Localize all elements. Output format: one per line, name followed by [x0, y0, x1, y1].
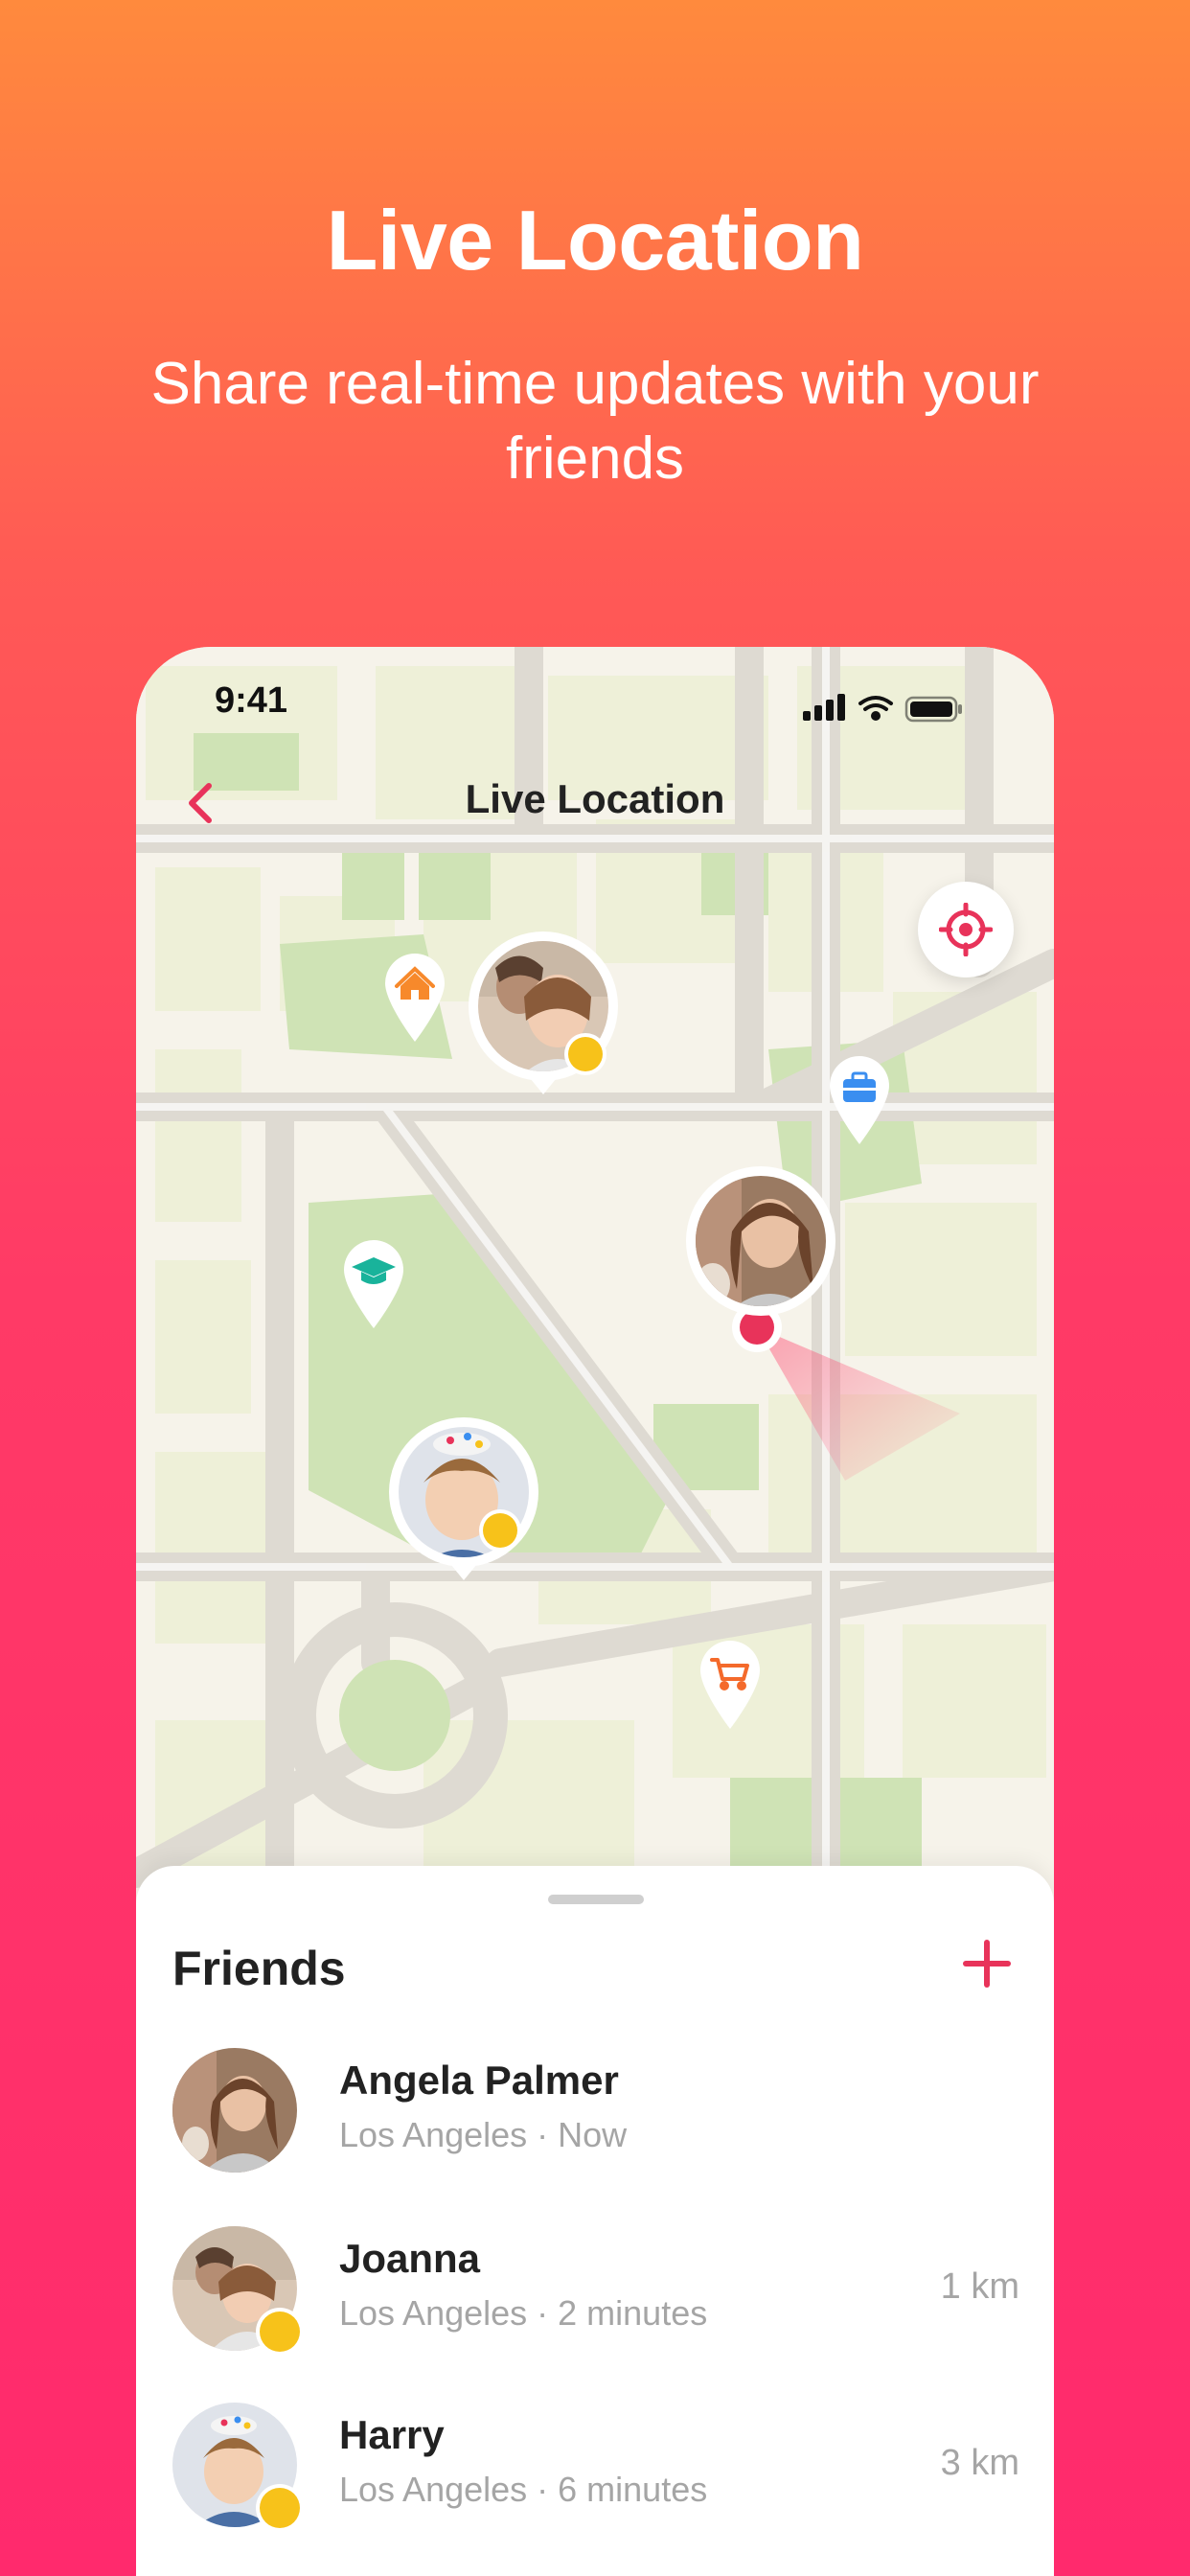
friends-sheet: Friends Angela Palmer Los Angeles · Now	[136, 1866, 1054, 2576]
status-time: 9:41	[215, 680, 288, 721]
friends-title: Friends	[172, 1942, 346, 1995]
nav-title: Live Location	[465, 776, 725, 821]
map-avatar-angela[interactable]	[684, 1164, 837, 1318]
status-bar: 9:41	[136, 680, 1054, 738]
friend-distance: 3 km	[940, 2443, 1019, 2483]
kid-badge-icon	[256, 2484, 304, 2532]
friend-location: Los Angeles · Now	[339, 2115, 628, 2154]
avatar	[172, 2048, 297, 2173]
hero-title: Live Location	[326, 193, 864, 288]
add-friend-button[interactable]	[958, 1935, 1016, 1992]
friend-location: Los Angeles · 2 minutes	[339, 2293, 708, 2333]
locate-me-button[interactable]	[918, 882, 1014, 978]
friend-row-angela[interactable]: Angela Palmer Los Angeles · Now	[136, 2038, 1054, 2182]
place-pin-work[interactable]	[828, 1054, 891, 1151]
phone-screen: 9:41 Live Location Friends Angela Palmer…	[136, 647, 1054, 2576]
map-avatar-harry[interactable]	[387, 1415, 540, 1588]
map-avatar-joanna[interactable]	[467, 930, 620, 1102]
friend-distance: 1 km	[940, 2266, 1019, 2307]
plus-icon	[963, 1940, 1011, 1988]
friend-location: Los Angeles · 6 minutes	[339, 2470, 708, 2509]
hero-subtitle: Share real-time updates with your friend…	[150, 351, 1040, 492]
place-pin-shop[interactable]	[698, 1639, 762, 1736]
kid-badge-icon	[479, 1509, 521, 1552]
friend-name: Harry	[339, 2412, 445, 2457]
friend-name: Angela Palmer	[339, 2058, 619, 2103]
crosshair-icon	[939, 903, 993, 956]
battery-icon	[904, 696, 962, 723]
sheet-grabber[interactable]	[548, 1895, 644, 1904]
nav-bar: Live Location	[136, 767, 1054, 843]
kid-badge-icon	[256, 2308, 304, 2356]
place-pin-school[interactable]	[342, 1238, 405, 1335]
cellular-signal-icon	[803, 694, 845, 721]
friend-row-joanna[interactable]: Joanna Los Angeles · 2 minutes 1 km	[136, 2217, 1054, 2360]
place-pin-home[interactable]	[383, 952, 446, 1048]
kid-badge-icon	[564, 1033, 606, 1075]
friend-name: Joanna	[339, 2236, 481, 2281]
wifi-icon	[858, 696, 893, 721]
friend-row-harry[interactable]: Harry Los Angeles · 6 minutes 3 km	[136, 2393, 1054, 2537]
